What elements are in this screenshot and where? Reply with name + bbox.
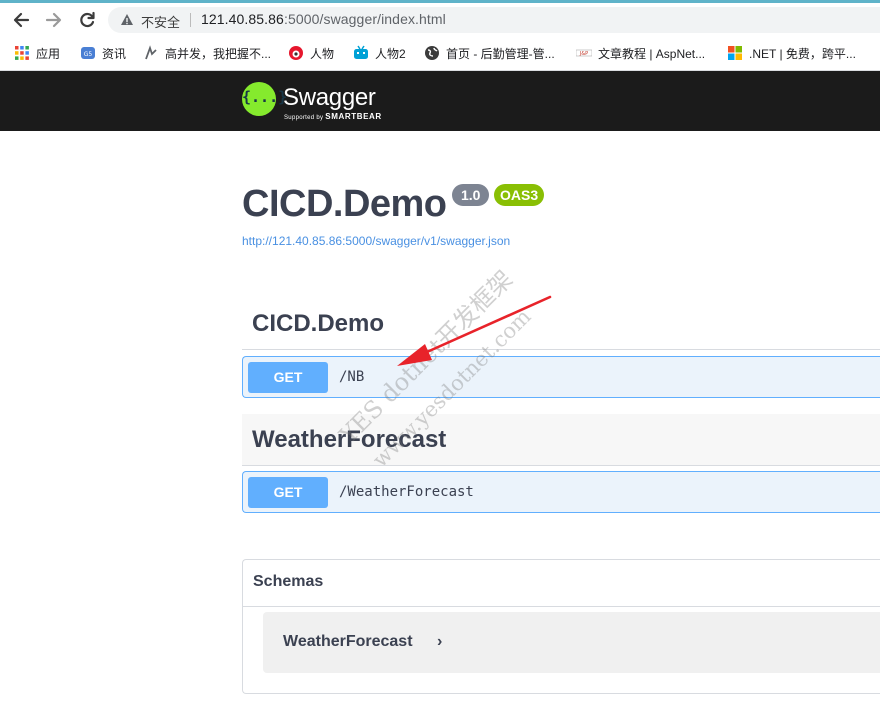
swagger-brand[interactable]: Swagger: [283, 84, 376, 112]
bookmark-logistics[interactable]: 首页 - 后勤管理-管...: [424, 44, 555, 62]
svg-text:J&P: J&P: [579, 51, 588, 57]
tag-section-weatherforecast: WeatherForecast GET /WeatherForecast: [242, 414, 880, 513]
bookmark-people[interactable]: 人物: [288, 44, 334, 62]
svg-text:G5: G5: [84, 51, 93, 58]
globe-icon: [424, 45, 440, 61]
bookmark-dotnet[interactable]: .NET | 免费，跨平...: [727, 44, 856, 62]
method-badge-get: GET: [248, 362, 328, 393]
arrow-right-icon: [45, 12, 62, 28]
smartbear-text: SMARTBEAR: [325, 112, 382, 121]
schemas-title: Schemas: [253, 573, 324, 590]
bookmark-label: 高并发，我把握不...: [165, 46, 272, 61]
opblock-get-weatherforecast[interactable]: GET /WeatherForecast: [242, 471, 880, 513]
schemas-section: Schemas WeatherForecast ›: [242, 559, 880, 694]
opblock-get-nb[interactable]: GET /NB: [242, 356, 880, 398]
arrow-left-icon: [13, 12, 30, 28]
url-path: :5000/swagger/index.html: [283, 11, 446, 27]
bookmark-label: 人物: [310, 46, 335, 61]
version-badge: 1.0: [452, 184, 490, 206]
bookmark-apps[interactable]: 应用: [14, 44, 60, 62]
bookmark-news[interactable]: G5 资讯: [80, 44, 126, 62]
supported-by-text: Supported by: [284, 115, 324, 121]
apps-grid-icon: [14, 45, 30, 61]
chevron-right-icon[interactable]: ›: [437, 633, 442, 651]
browser-toolbar: 不安全 121.40.85.86:5000/swagger/index.html: [0, 3, 880, 37]
weibo-icon: [288, 45, 304, 61]
site-icon: J&P: [575, 45, 593, 61]
bookmark-label: 人物2: [375, 46, 406, 61]
reload-button[interactable]: [76, 9, 98, 31]
tag-header[interactable]: CICD.Demo: [242, 298, 880, 350]
tag-name: WeatherForecast: [252, 426, 447, 453]
forward-button[interactable]: [43, 9, 65, 31]
tag-name: CICD.Demo: [252, 310, 385, 337]
api-title: CICD.Demo: [242, 183, 447, 225]
warning-icon: [121, 14, 133, 25]
model-weatherforecast[interactable]: WeatherForecast ›: [263, 612, 880, 673]
url-text[interactable]: 121.40.85.86:5000/swagger/index.html: [201, 11, 446, 27]
bookmark-aspnet-tutorials[interactable]: J&P 文章教程 | AspNet...: [575, 44, 706, 62]
oas-badge: OAS3: [494, 184, 545, 206]
url-host: 121.40.85.86: [201, 11, 284, 27]
swagger-logo-glyph: {...}: [242, 88, 288, 106]
bookmark-label: .NET | 免费，跨平...: [749, 46, 856, 61]
spec-url-link[interactable]: http://121.40.85.86:5000/swagger/v1/swag…: [242, 234, 510, 248]
bookmark-label: 应用: [36, 46, 61, 61]
news-icon: G5: [80, 45, 96, 61]
swagger-topbar: {...} Swagger Supported by SMARTBEAR: [0, 71, 880, 131]
address-bar[interactable]: 不安全 121.40.85.86:5000/swagger/index.html: [108, 7, 880, 33]
back-button[interactable]: [10, 9, 32, 31]
operation-path: /NB: [339, 369, 365, 385]
bilibili-icon: [353, 45, 369, 61]
operation-path: /WeatherForecast: [339, 484, 474, 500]
bookmark-icon: [143, 45, 159, 61]
bookmarks-bar: 应用 G5 资讯 高并发，我把握不... 人物 人物2 首页 - 后勤管理-管.…: [0, 37, 880, 71]
bookmark-label: 文章教程 | AspNet...: [598, 46, 706, 61]
bookmark-people2[interactable]: 人物2: [353, 44, 406, 62]
bookmark-label: 首页 - 后勤管理-管...: [446, 46, 555, 61]
tag-section-cicd-demo: CICD.Demo GET /NB: [242, 298, 880, 398]
swagger-logo-icon[interactable]: {...}: [242, 82, 288, 116]
bookmark-label: 资讯: [102, 46, 127, 61]
omnibox-divider: [190, 13, 191, 27]
schemas-header[interactable]: Schemas: [243, 560, 880, 607]
microsoft-icon: [727, 45, 743, 61]
model-name: WeatherForecast: [283, 633, 413, 650]
reload-icon: [80, 11, 95, 28]
security-label[interactable]: 不安全: [141, 12, 180, 31]
method-badge-get: GET: [248, 477, 328, 508]
bookmark-high-concurrency[interactable]: 高并发，我把握不...: [143, 44, 271, 62]
tag-header[interactable]: WeatherForecast: [242, 414, 880, 466]
swagger-supported-by: Supported by SMARTBEAR: [284, 112, 382, 121]
